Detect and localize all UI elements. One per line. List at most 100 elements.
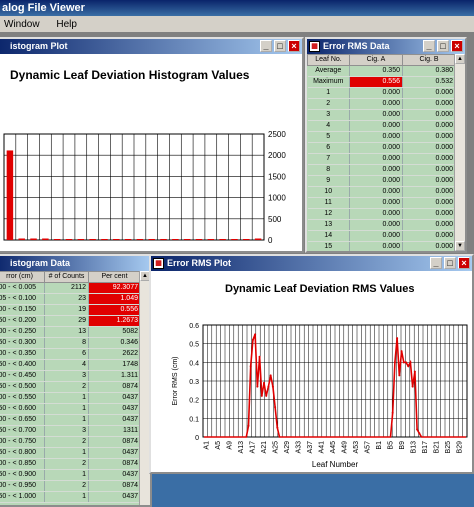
histogram-data-row[interactable]: .50 - < 0.600 1 0437 [0, 403, 141, 415]
histogram-data-row[interactable]: .50 - < 0.800 1 0437 [0, 447, 141, 459]
histogram-data-row[interactable]: .50 - < 0.700 3 1311 [0, 425, 141, 437]
histogram-bar [42, 238, 49, 240]
rms-data-row[interactable]: 14 0.000 0.000 [307, 230, 456, 242]
histogram-data-column-header[interactable]: Per cent [88, 271, 141, 283]
rms-data-point [416, 428, 419, 431]
histogram-data-column-header[interactable]: rror (cm) [0, 271, 45, 283]
rms-data-cell: 0.000 [349, 208, 403, 220]
rms-data-row[interactable]: Average 0.350 0.380 [307, 65, 456, 77]
minimize-button[interactable]: _ [430, 257, 442, 269]
rms-data-row[interactable]: 11 0.000 0.000 [307, 197, 456, 209]
error-rms-data-grid-area: Leaf No. Cig. A Cig. B Average 0.350 0.380 Ma… [307, 54, 465, 251]
error-rms-plot-titlebar[interactable]: ▦ Error RMS Plot _ □ × [151, 256, 472, 271]
rms-data-cell: 0.000 [403, 253, 456, 254]
histogram-data-row[interactable]: .50 - < 0.500 2 0874 [0, 381, 141, 393]
rms-data-row[interactable]: Maximum 0.556 0.532 [307, 76, 456, 88]
rms-data-row[interactable]: 3 0.000 0.000 [307, 109, 456, 121]
window-icon: ▦ [309, 41, 320, 52]
close-button[interactable]: × [458, 257, 470, 269]
rms-data-point [418, 432, 421, 435]
histogram-data-row[interactable]: .50 - < 0.200 29 1.2673 [0, 315, 141, 327]
error-rms-data-scrollbar[interactable]: ▲ ▼ [454, 54, 465, 251]
histogram-data-row[interactable]: .00 - < 0.550 1 0437 [0, 392, 141, 404]
histogram-data-row[interactable]: .50 - < 0.300 8 0.346 [0, 337, 141, 349]
rms-data-cell: 9 [307, 175, 350, 187]
histogram-data-row[interactable]: .00 - < 0.005 2112 92.3077 [0, 282, 141, 294]
rms-data-cell: 0.000 [349, 120, 403, 132]
histogram-data-cell: 29 [44, 315, 89, 327]
scroll-up-arrow-icon[interactable]: ▲ [455, 54, 465, 64]
rms-data-row[interactable]: 160.0000.000 [308, 253, 456, 254]
histogram-data-table: rror (cm) # of Counts Per cent .00 - < 0.0… [0, 271, 141, 503]
rms-data-row[interactable]: 7 0.000 0.000 [307, 153, 456, 165]
rms-data-cell: 0.000 [402, 219, 456, 231]
rms-data-row[interactable]: 10 0.000 0.000 [307, 186, 456, 198]
histogram-data-cell: 1 [44, 491, 89, 503]
minimize-button[interactable]: _ [423, 40, 435, 52]
rms-data-point [258, 355, 261, 358]
histogram-plot-titlebar[interactable]: istogram Plot _ □ × [0, 39, 302, 54]
rms-data-point [411, 385, 414, 388]
rms-x-tick-label: A57 [364, 441, 371, 454]
rms-data-column-header[interactable]: Leaf No. [307, 54, 350, 66]
rms-data-row[interactable]: 8 0.000 0.000 [307, 164, 456, 176]
rms-data-cell: Maximum [307, 76, 350, 88]
rms-data-column-header[interactable]: Cig. A [349, 54, 403, 66]
rms-data-cell: 7 [307, 153, 350, 165]
rms-x-tick-label: B13 [410, 441, 417, 454]
rms-data-cell: 0.000 [349, 87, 403, 99]
app-title: alog File Viewer [2, 2, 85, 14]
histogram-data-row[interactable]: .50 - < 0.400 4 1748 [0, 359, 141, 371]
rms-data-point [251, 338, 254, 341]
rms-data-row[interactable]: 2 0.000 0.000 [307, 98, 456, 110]
histogram-data-row[interactable]: .05 - < 0.100 23 1.049 [0, 293, 141, 305]
rms-data-cell: 0.000 [402, 109, 456, 121]
histogram-data-cell: .50 - < 0.300 [0, 337, 45, 349]
minimize-button[interactable]: _ [260, 40, 272, 52]
histogram-bar [113, 239, 120, 240]
close-button[interactable]: × [288, 40, 300, 52]
menu-help[interactable]: Help [56, 19, 77, 30]
maximize-button[interactable]: □ [444, 257, 456, 269]
histogram-bar [231, 239, 238, 240]
close-button[interactable]: × [451, 40, 463, 52]
rms-data-cell: 0.000 [349, 131, 403, 143]
rms-data-cell: 3 [307, 109, 350, 121]
rms-y-tick-label: 0.2 [189, 398, 199, 405]
histogram-data-titlebar[interactable]: istogram Data [0, 256, 150, 271]
maximize-button[interactable]: □ [437, 40, 449, 52]
histogram-data-row[interactable]: .00 - < 0.150 19 0.556 [0, 304, 141, 316]
rms-data-cell: 2 [307, 98, 350, 110]
rms-x-tick-label: B1 [376, 441, 383, 450]
histogram-data-row[interactable]: .00 - < 0.750 2 0874 [0, 436, 141, 448]
rms-data-row[interactable]: 5 0.000 0.000 [307, 131, 456, 143]
rms-data-point [271, 385, 274, 388]
rms-data-cell: 0.380 [402, 65, 456, 77]
rms-data-row[interactable]: 15 0.000 0.000 [307, 241, 456, 251]
histogram-data-row[interactable]: .50 - < 0.900 1 0437 [0, 469, 141, 481]
menu-window[interactable]: Window [4, 19, 40, 30]
rms-data-row[interactable]: 1 0.000 0.000 [307, 87, 456, 99]
histogram-data-row[interactable]: .00 - < 0.650 1 0437 [0, 414, 141, 426]
maximize-button[interactable]: □ [274, 40, 286, 52]
rms-data-cell: 0.000 [402, 87, 456, 99]
rms-data-row[interactable]: 12 0.000 0.000 [307, 208, 456, 220]
rms-x-tick-label: B21 [433, 441, 440, 454]
histogram-data-row[interactable]: .00 - < 0.350 6 2622 [0, 348, 141, 360]
histogram-plot-window: istogram Plot _ □ × Dynamic Leaf Deviati… [0, 37, 304, 253]
histogram-data-row[interactable]: .00 - < 0.450 3 1.311 [0, 370, 141, 382]
histogram-data-column-header[interactable]: # of Counts [44, 271, 89, 283]
rms-data-row[interactable]: 6 0.000 0.000 [307, 142, 456, 154]
error-rms-data-titlebar[interactable]: ▦ Error RMS Data _ □ × [307, 39, 465, 54]
histogram-data-row[interactable]: .00 - < 0.250 13 5082 [0, 326, 141, 338]
histogram-data-row[interactable]: .00 - < 0.850 2 0874 [0, 458, 141, 470]
rms-data-row[interactable]: 13 0.000 0.000 [307, 219, 456, 231]
rms-data-column-header[interactable]: Cig. B [402, 54, 456, 66]
rms-data-cell: 0.000 [402, 186, 456, 198]
scroll-down-arrow-icon[interactable]: ▼ [455, 241, 465, 251]
rms-data-row[interactable]: 4 0.000 0.000 [307, 120, 456, 132]
histogram-data-cell: 3 [44, 425, 89, 437]
histogram-data-row[interactable]: .00 - < 0.950 2 0874 [0, 480, 141, 492]
rms-data-row[interactable]: 9 0.000 0.000 [307, 175, 456, 187]
histogram-data-row[interactable]: .50 - < 1.000 1 0437 [0, 491, 141, 503]
